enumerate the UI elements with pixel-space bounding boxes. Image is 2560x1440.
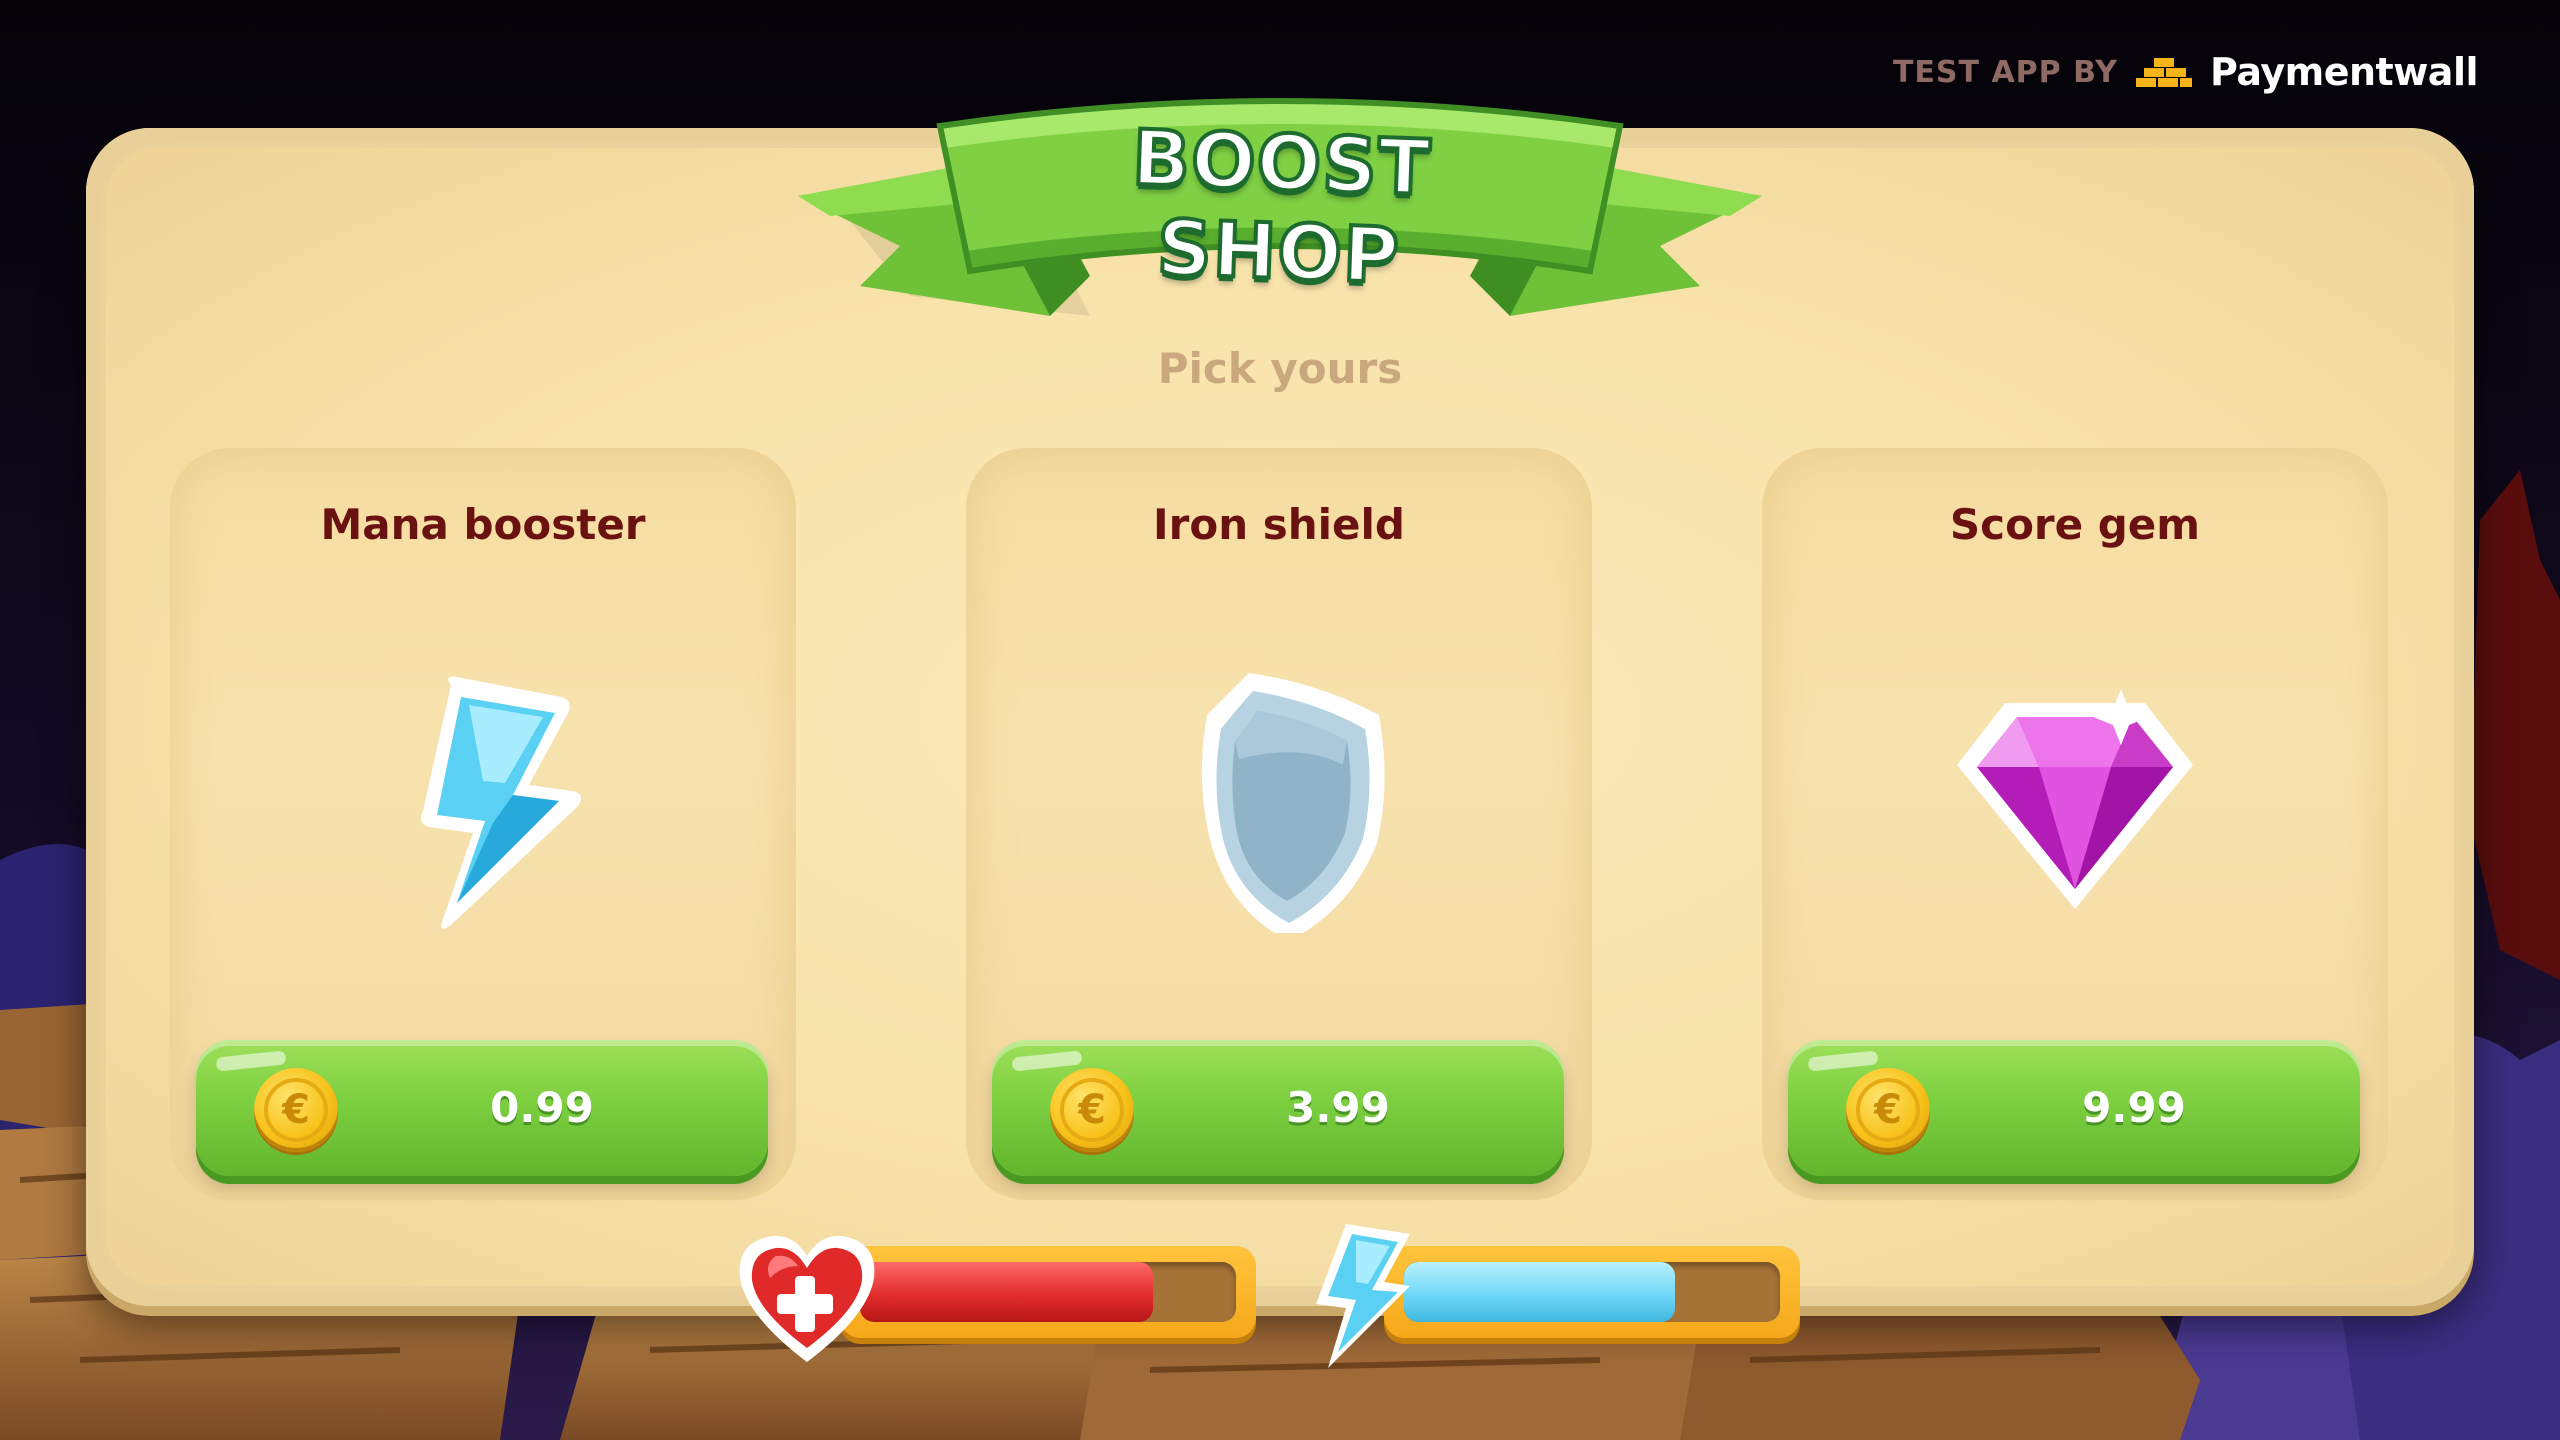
euro-coin-icon: €: [1050, 1068, 1134, 1152]
lightning-bolt-icon: [421, 676, 582, 929]
item-card-mana-booster: Mana booster € 0.99: [170, 448, 796, 1200]
euro-coin-icon: €: [1846, 1068, 1930, 1152]
diamond-gem-icon: [1957, 689, 2193, 909]
shop-subtitle: Pick yours: [1157, 344, 1403, 393]
heart-plus-icon: [739, 1235, 875, 1362]
item-card-iron-shield: Iron shield € 3.99: [966, 448, 1592, 1200]
item-title: Score gem: [1949, 500, 2201, 549]
button-shine: [215, 1050, 287, 1072]
buy-button-score-gem[interactable]: € 9.99: [1788, 1040, 2360, 1176]
button-shine: [1807, 1050, 1879, 1072]
paymentwall-label: Paymentwall: [2210, 50, 2478, 94]
item-title: Iron shield: [1153, 500, 1405, 549]
test-app-label: TEST APP BY: [1892, 54, 2119, 90]
mana-bar-track: [1404, 1262, 1780, 1322]
shield-icon: [1201, 673, 1385, 933]
shop-title: BOOST SHOP: [1129, 111, 1435, 302]
health-bar: [840, 1246, 1256, 1338]
health-bar-fill: [860, 1262, 1154, 1322]
branding-header: TEST APP BY Paymentwall: [1892, 50, 2479, 94]
mana-bar-fill: [1404, 1262, 1675, 1322]
item-card-score-gem: Score gem € 9.99: [1762, 448, 2388, 1200]
buy-button-mana-booster[interactable]: € 0.99: [196, 1040, 768, 1176]
price-label: 3.99: [1286, 1083, 1390, 1132]
item-title: Mana booster: [320, 500, 646, 549]
paymentwall-logo-icon: [2136, 58, 2193, 87]
price-label: 0.99: [490, 1083, 594, 1132]
mana-bar: [1384, 1246, 1800, 1338]
price-label: 9.99: [2082, 1083, 2186, 1132]
buy-button-iron-shield[interactable]: € 3.99: [992, 1040, 1564, 1176]
button-shine: [1011, 1050, 1083, 1072]
lightning-bolt-icon: [1316, 1224, 1410, 1368]
euro-coin-icon: €: [254, 1068, 338, 1152]
health-bar-track: [860, 1262, 1236, 1322]
